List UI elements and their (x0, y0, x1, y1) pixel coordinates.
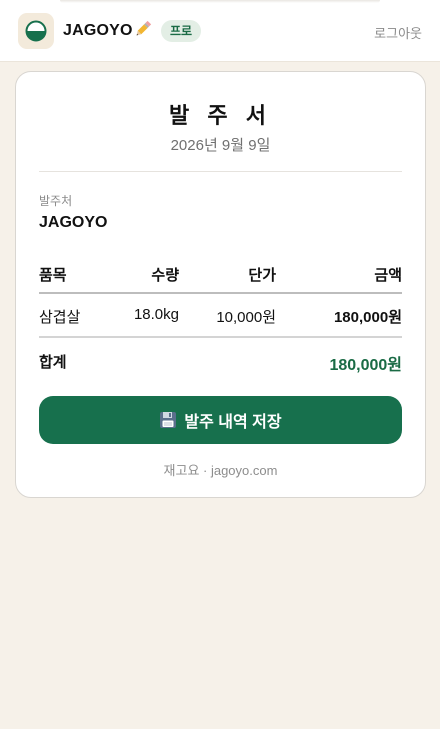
total-row: 합계 180,000원 (39, 338, 402, 378)
order-date: 2026년 9월 9일 (170, 137, 271, 154)
table-row: 삼겹살 18.0kg 10,000원 180,000원 (39, 294, 402, 338)
total-value: 180,000원 (329, 357, 402, 374)
header-item: 품목 (39, 267, 67, 284)
total-label: 합계 (39, 354, 67, 371)
row-qty: 18.0kg (133, 306, 179, 323)
floppy-disk-icon (159, 411, 177, 429)
app-title: JAGOYO (63, 22, 133, 39)
pencil-icon[interactable] (133, 19, 153, 39)
header-amount: 금액 (374, 267, 402, 284)
order-table: 품목 수량 단가 금액 삼겹살 18.0kg 10,000원 180,000원 … (39, 254, 402, 378)
top-shadow (60, 0, 380, 3)
divider (39, 171, 402, 172)
order-title: 발 주 서 (169, 103, 272, 128)
row-amount: 180,000원 (333, 309, 402, 326)
row-item: 삼겹살 (39, 309, 81, 326)
row-unit-price: 10,000원 (216, 309, 276, 326)
recipient-label: 발주처 (39, 194, 73, 208)
save-order-button[interactable]: 발주 내역 저장 (39, 396, 402, 444)
table-header: 품목 수량 단가 금액 (39, 254, 402, 294)
header-unit-price: 단가 (248, 267, 276, 284)
header-qty: 수량 (151, 267, 179, 284)
logout-link[interactable]: 로그아웃 (374, 23, 422, 42)
save-button-label: 발주 내역 저장 (184, 414, 282, 431)
logo-icon[interactable] (18, 13, 54, 49)
order-card: 발 주 서 2026년 9월 9일 발주처 JAGOYO 품목 수량 단가 금액… (15, 71, 426, 498)
recipient-value: JAGOYO (39, 214, 108, 231)
plan-badge: 프로 (161, 20, 202, 42)
footer-text: 재고요 · jagoyo.com (163, 463, 278, 478)
app-header: JAGOYO 프로 로그아웃 (0, 0, 440, 62)
